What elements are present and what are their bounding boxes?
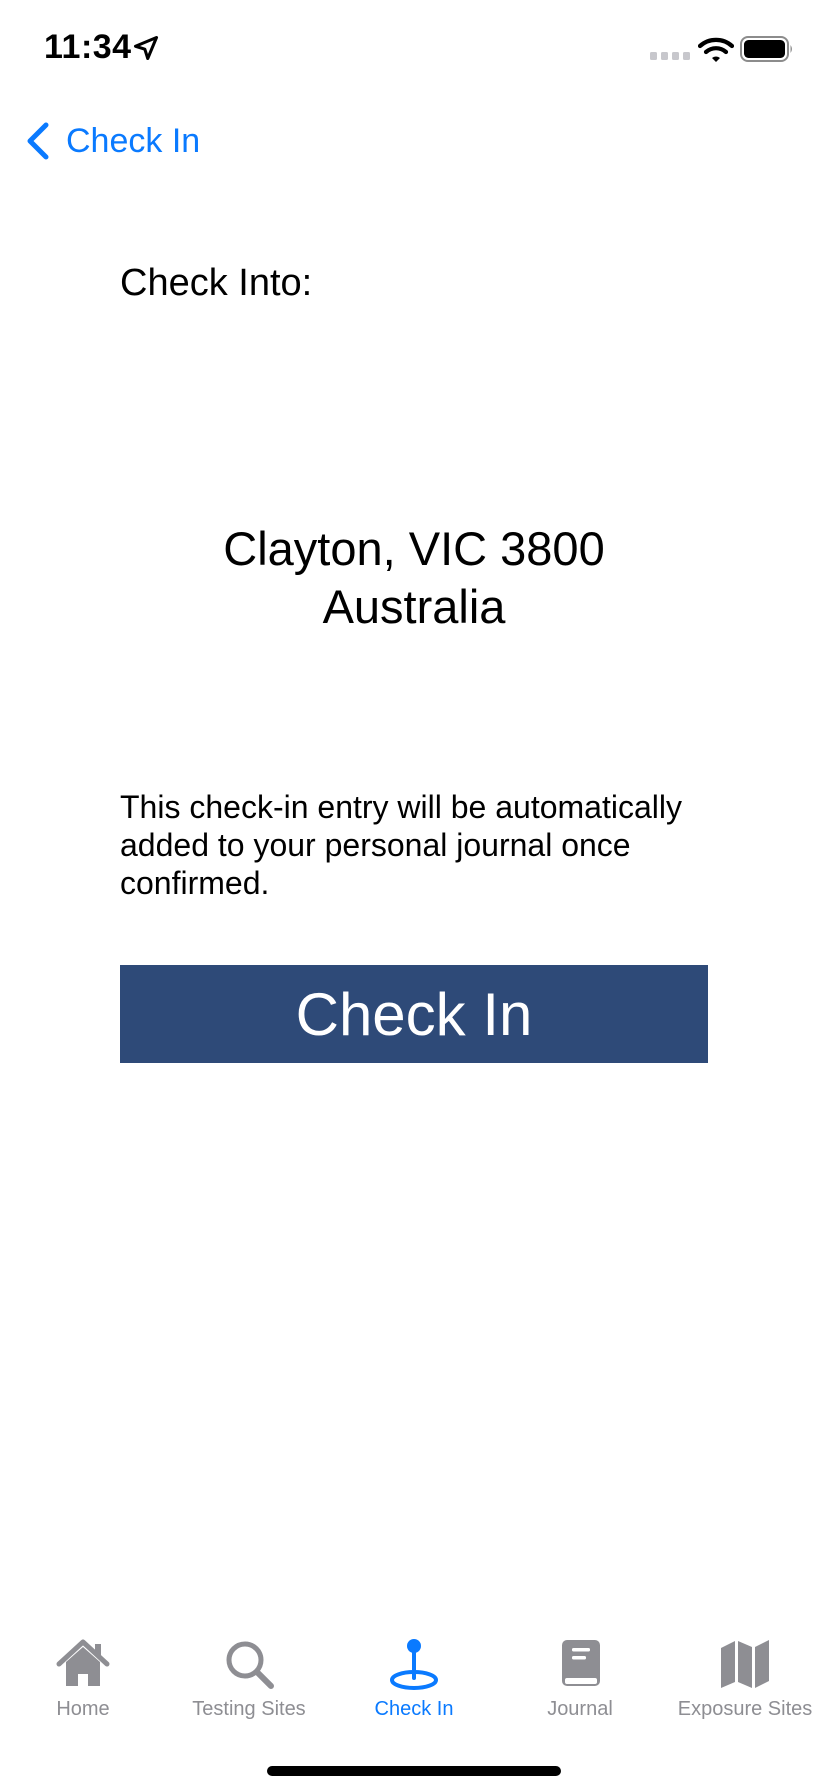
map-pin-icon	[390, 1639, 438, 1690]
status-bar: 11:34	[0, 0, 828, 100]
info-text: This check-in entry will be automaticall…	[120, 789, 682, 901]
cellular-signal-icon	[650, 52, 690, 60]
tab-exposure-sites[interactable]: Exposure Sites	[662, 1620, 828, 1722]
tab-check-in[interactable]: Check In	[331, 1620, 497, 1722]
map-icon	[721, 1640, 769, 1688]
address: Clayton, VIC 3800 Australia	[0, 520, 828, 636]
magnifying-glass-icon	[226, 1641, 274, 1689]
book-icon	[562, 1640, 600, 1686]
address-line1: Clayton, VIC 3800	[223, 522, 605, 575]
battery-icon	[740, 36, 792, 62]
chevron-left-icon	[27, 122, 49, 160]
back-button-label: Check In	[66, 121, 201, 160]
tab-home[interactable]: Home	[0, 1620, 166, 1722]
status-time: 11:34	[44, 28, 132, 66]
tab-journal[interactable]: Journal	[497, 1620, 663, 1722]
check-in-button[interactable]: Check In	[120, 965, 708, 1063]
tab-bar: Home Testing Sites Check In Journal Expo…	[0, 1620, 828, 1722]
check-into-label: Check Into:	[120, 262, 313, 304]
house-icon	[56, 1639, 110, 1686]
wifi-icon	[698, 37, 734, 62]
back-button[interactable]: Check In	[24, 116, 200, 166]
tab-testing-sites[interactable]: Testing Sites	[166, 1620, 332, 1722]
tab-exposure-sites-label: Exposure Sites	[677, 1698, 813, 1720]
location-arrow-icon	[133, 35, 159, 61]
address-line2: Australia	[322, 580, 506, 633]
home-indicator	[267, 1766, 561, 1776]
